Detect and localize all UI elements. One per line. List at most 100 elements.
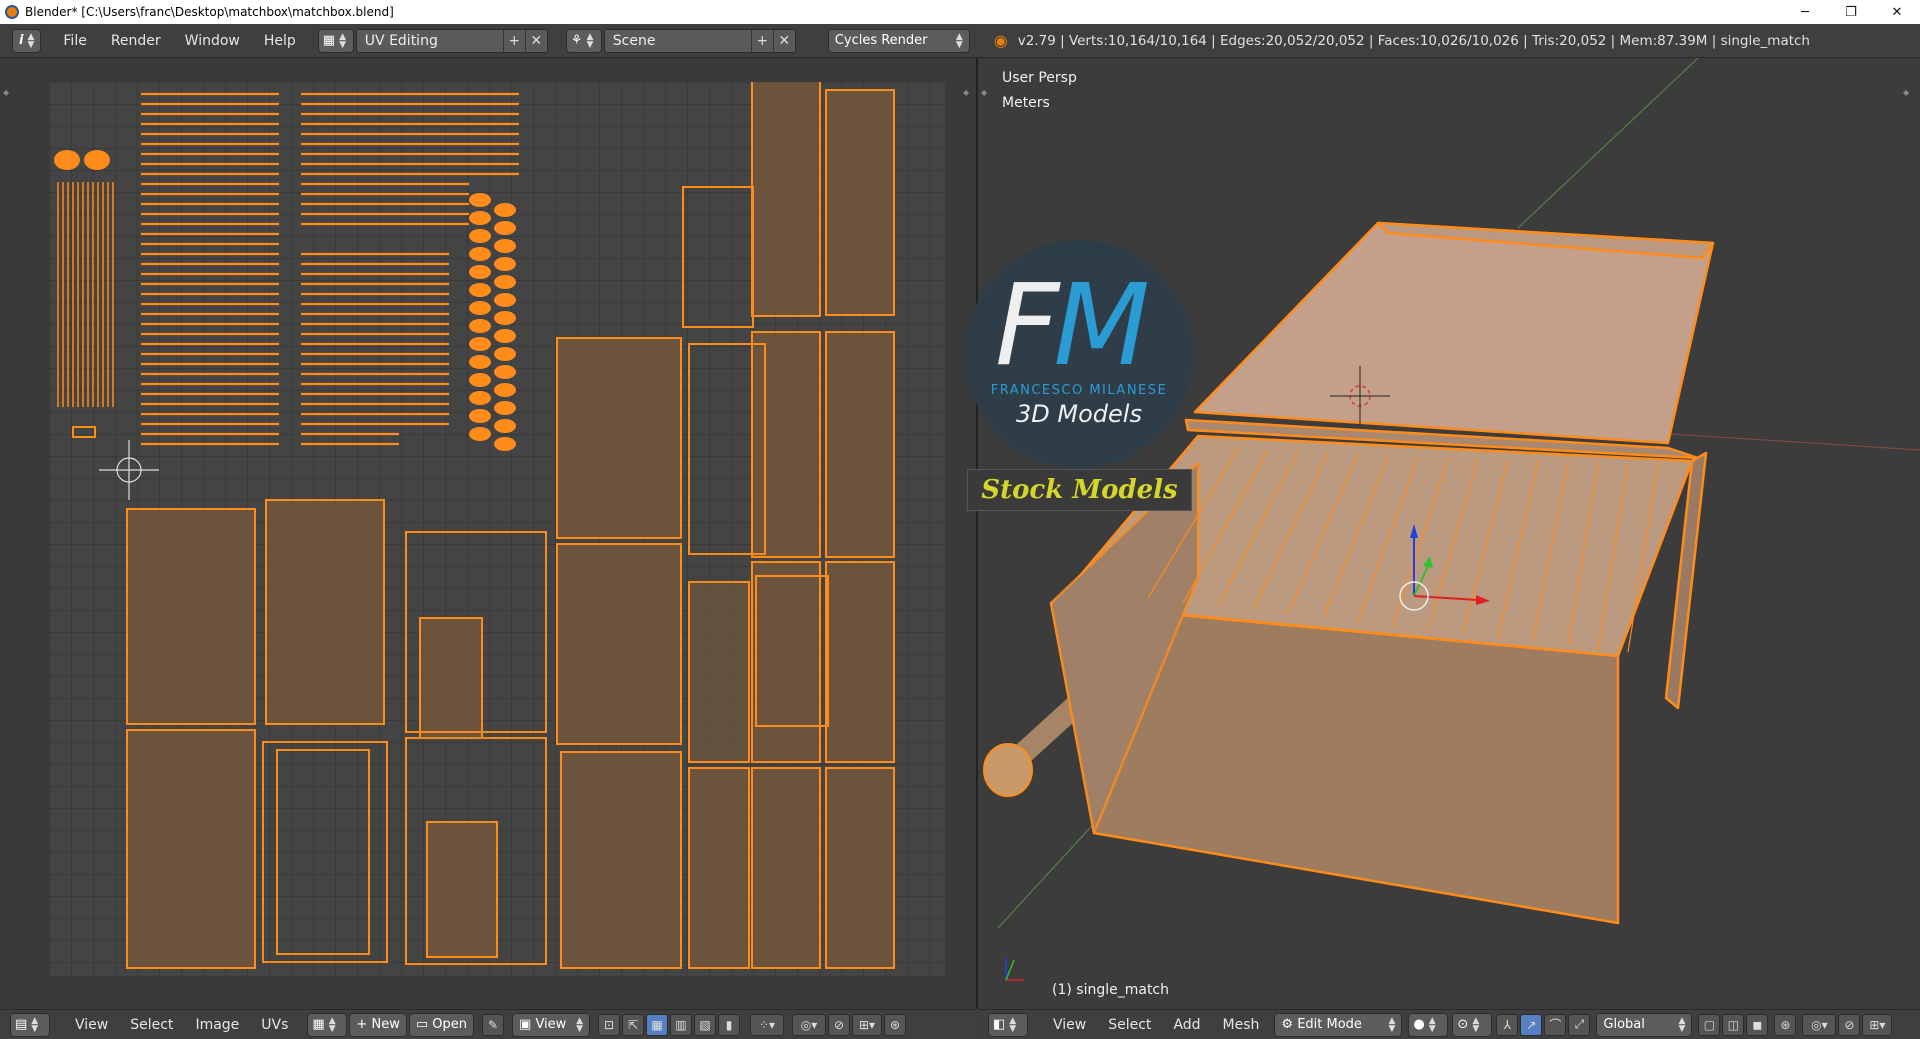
- add-scene-icon[interactable]: +: [750, 29, 773, 52]
- edge-select-mode-icon[interactable]: ◫: [1722, 1013, 1745, 1036]
- uv-2d-cursor: [99, 440, 159, 500]
- sync-selection-icon[interactable]: ⇱: [622, 1013, 644, 1036]
- logo-letter-m: M: [1053, 261, 1150, 391]
- open-image-label: Open: [432, 1017, 467, 1032]
- scene-field[interactable]: Scene + ✕: [603, 28, 796, 53]
- view-axis-gizmo: [1005, 958, 1024, 981]
- scene-selector[interactable]: ⚘ ▲ ▼: [565, 28, 602, 53]
- window-titlebar: Blender* [C:\Users\franc\Desktop\matchbo…: [0, 0, 1920, 24]
- scene-icon: ⚘: [570, 33, 583, 48]
- minimize-button[interactable]: ─: [1782, 0, 1828, 24]
- blender-logo-icon: [5, 5, 19, 19]
- new-image-label: New: [371, 1017, 400, 1032]
- logo-subtitle: 3D Models: [1016, 400, 1142, 428]
- island-select-icon[interactable]: ▮: [718, 1013, 740, 1036]
- translate-manipulator-icon[interactable]: ↗: [1520, 1013, 1543, 1036]
- rotate-manipulator-icon[interactable]: ⌒: [1544, 1013, 1567, 1036]
- 3d-editor-type-selector[interactable]: ◧ ▲ ▼: [988, 1012, 1028, 1037]
- logo-letter-f: F: [995, 261, 1059, 391]
- pivot-icon[interactable]: ⊡: [598, 1013, 620, 1036]
- window-title: Blender* [C:\Users\franc\Desktop\matchbo…: [25, 5, 394, 19]
- transform-orientation-label: Global: [1603, 1017, 1645, 1032]
- plus-icon: +: [356, 1017, 368, 1032]
- image-browse-icon: ▦: [312, 1017, 325, 1032]
- scene-name: Scene: [612, 32, 656, 49]
- open-image-button[interactable]: ▭ Open: [408, 1012, 474, 1037]
- screen-layout-selector[interactable]: ▦ ▲ ▼: [317, 28, 354, 53]
- proportional-edit-icon[interactable]: ◎▾: [792, 1013, 826, 1036]
- uv-view-mode-label: View: [535, 1017, 567, 1032]
- manipulator-toggle-icon[interactable]: ⅄: [1496, 1013, 1519, 1036]
- new-image-button[interactable]: + New: [349, 1012, 407, 1037]
- snap-icon[interactable]: ⊘: [828, 1013, 850, 1036]
- properties-toggle-icon[interactable]: ◆: [963, 88, 969, 97]
- vertex-select-icon[interactable]: ▦: [646, 1013, 668, 1036]
- 3d-view-menu: View Select Add Mesh: [1042, 1017, 1270, 1033]
- layout-grid-icon: ▦: [322, 33, 336, 48]
- render-layer-icon[interactable]: ⊛: [884, 1013, 906, 1036]
- editor-type-info-button[interactable]: i ▲ ▼: [12, 28, 42, 53]
- 3d-view-header: ◧ ▲ ▼ View Select Add Mesh ⚙ Edit Mode ▲ ▼ ●…: [978, 1009, 1920, 1039]
- uv-menu-uvs[interactable]: UVs: [250, 1017, 299, 1033]
- close-button[interactable]: ✕: [1874, 0, 1920, 24]
- remove-layout-icon[interactable]: ✕: [524, 29, 547, 52]
- scene-statistics: v2.79 | Verts:10,164/10,164 | Edges:20,0…: [1017, 32, 1810, 49]
- face-select-icon[interactable]: ▧: [694, 1013, 716, 1036]
- screen-layout-field[interactable]: UV Editing + ✕: [355, 28, 548, 53]
- snap-3d-icon[interactable]: ⊘: [1838, 1013, 1861, 1036]
- uv-menu-select[interactable]: Select: [119, 1017, 184, 1033]
- 3d-menu-view[interactable]: View: [1042, 1017, 1097, 1033]
- scale-manipulator-icon[interactable]: ⤢: [1568, 1013, 1591, 1036]
- pivot-point-dropdown[interactable]: ⊙ ▲ ▼: [1452, 1012, 1493, 1037]
- menu-help[interactable]: Help: [252, 33, 308, 49]
- folder-icon: ▭: [415, 1017, 429, 1032]
- info-icon: i: [19, 33, 24, 48]
- snap-element-3d-icon[interactable]: ⊞▾: [1862, 1013, 1893, 1036]
- menu-window[interactable]: Window: [173, 33, 252, 49]
- vertex-select-mode-icon[interactable]: ▢: [1698, 1013, 1721, 1036]
- 3d-viewport[interactable]: ◆ ◆ User Persp Meters (1) single_match: [978, 58, 1920, 1009]
- francesco-milanese-logo: FM FRANCESCO MILANESE 3D Models: [965, 240, 1193, 468]
- uv-layout: [54, 73, 895, 969]
- pivot-point-icon: ⊙: [1457, 1017, 1469, 1032]
- add-layout-icon[interactable]: +: [502, 29, 525, 52]
- edge-select-icon[interactable]: ▥: [670, 1013, 692, 1036]
- blender-version-icon: ◉: [993, 31, 1008, 50]
- pin-icon[interactable]: ✎: [482, 1013, 504, 1036]
- image-browse-button[interactable]: ▦ ▲ ▼: [307, 1012, 348, 1037]
- uv-menu-image[interactable]: Image: [184, 1017, 250, 1033]
- uv-editor-header: ▤ ▲ ▼ View Select Image UVs ▦ ▲ ▼ + New ▭ Op…: [0, 1009, 976, 1039]
- uv-menu-view[interactable]: View: [64, 1017, 119, 1033]
- 3d-view-icon: ◧: [993, 1017, 1006, 1032]
- menu-render[interactable]: Render: [99, 33, 173, 49]
- image-editor-icon: ▤: [15, 1017, 28, 1032]
- uv-editor-type-selector[interactable]: ▤ ▲ ▼: [10, 1012, 50, 1037]
- render-engine-label: Cycles Render: [834, 33, 928, 48]
- menu-file[interactable]: File: [51, 33, 98, 49]
- uv-view-mode-dropdown[interactable]: ▣ View ▲ ▼: [512, 1012, 590, 1037]
- edit-mode-icon: ⚙: [1281, 1017, 1294, 1032]
- 3d-menu-add[interactable]: Add: [1162, 1017, 1211, 1033]
- proportional-edit-3d-icon[interactable]: ◎▾: [1802, 1013, 1837, 1036]
- interaction-mode-label: Edit Mode: [1297, 1017, 1362, 1032]
- limit-selection-icon[interactable]: ⊛: [1774, 1013, 1797, 1036]
- screen-layout-name: UV Editing: [364, 32, 438, 49]
- restore-button[interactable]: ❐: [1828, 0, 1874, 24]
- render-engine-dropdown[interactable]: Cycles Render ▲ ▼: [827, 28, 970, 53]
- 3d-scene: [983, 58, 1920, 981]
- transform-orientation-dropdown[interactable]: Global ▲ ▼: [1596, 1012, 1693, 1037]
- sticky-selection-icon[interactable]: ⁘▾: [750, 1013, 784, 1036]
- viewport-shading-dropdown[interactable]: ● ▲ ▼: [1408, 1012, 1449, 1037]
- main-menu: File Render Window Help: [51, 33, 307, 49]
- 3d-menu-mesh[interactable]: Mesh: [1212, 1017, 1271, 1033]
- uv-image-editor[interactable]: ◆ ◆: [0, 58, 976, 1009]
- interaction-mode-dropdown[interactable]: ⚙ Edit Mode ▲ ▼: [1274, 1012, 1403, 1037]
- 3d-menu-select[interactable]: Select: [1097, 1017, 1162, 1033]
- face-select-mode-icon[interactable]: ◼: [1746, 1013, 1769, 1036]
- logo-brand-name: FRANCESCO MILANESE: [990, 383, 1168, 398]
- remove-scene-icon[interactable]: ✕: [772, 29, 795, 52]
- uv-canvas[interactable]: [49, 73, 945, 976]
- toolshelf-toggle-icon[interactable]: ◆: [3, 88, 9, 97]
- snap-element-icon[interactable]: ⊞▾: [852, 1013, 882, 1036]
- info-header: i ▲ ▼ File Render Window Help ▦ ▲ ▼ UV Edit…: [0, 24, 1920, 58]
